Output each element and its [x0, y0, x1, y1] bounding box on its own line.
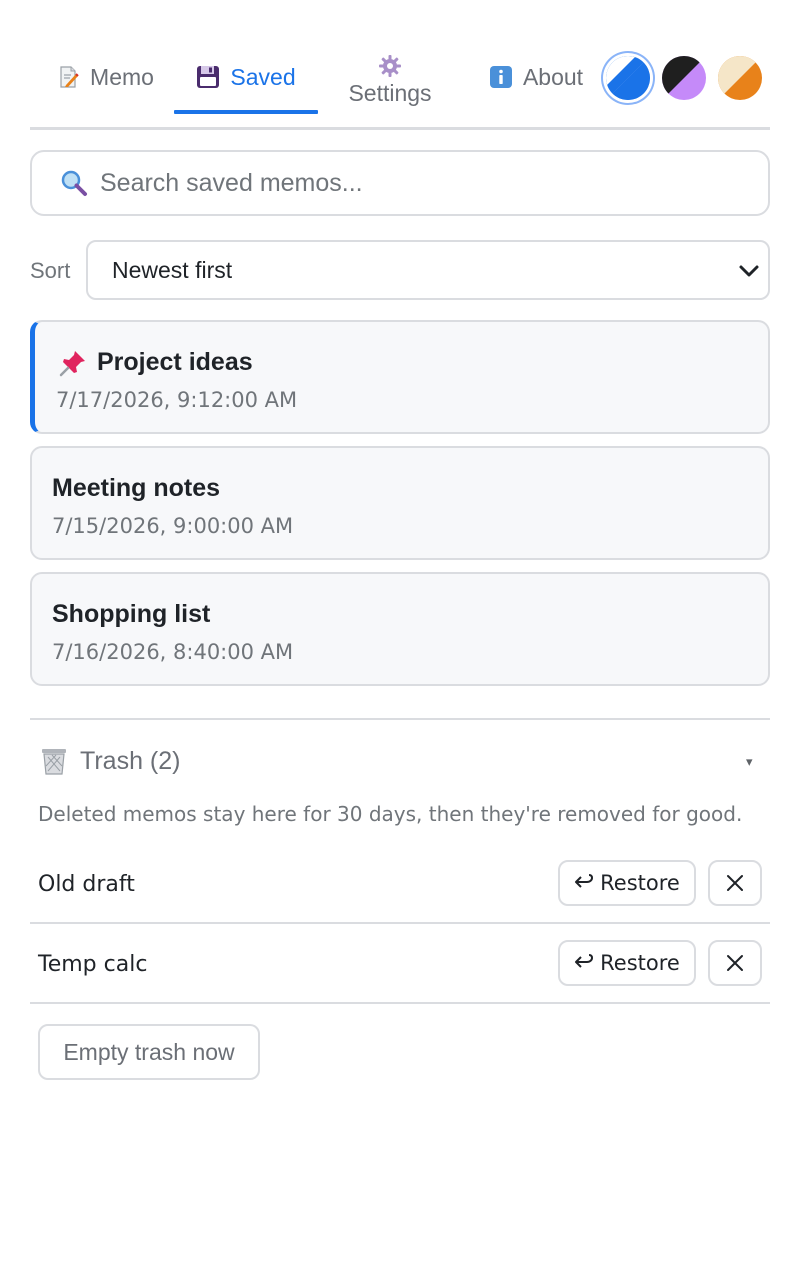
tab-memo-label: Memo	[90, 63, 154, 90]
trash-item: Old draft Restore	[30, 844, 770, 924]
memo-date: 7/17/2026, 9:12:00 AM	[56, 388, 298, 412]
search-icon	[61, 170, 87, 196]
sort-select[interactable]: Newest first	[86, 240, 770, 300]
memo-card[interactable]: Shopping list 7/16/2026, 8:40:00 AM	[30, 572, 770, 686]
trash-item-name: Old draft	[38, 872, 135, 897]
trash-item: Temp calc Restore	[30, 924, 770, 1004]
tab-saved[interactable]: Saved	[174, 40, 318, 114]
memo-date: 7/15/2026, 9:00:00 AM	[52, 514, 294, 538]
theme-swatch-orange[interactable]	[718, 56, 762, 100]
tab-saved-label: Saved	[230, 63, 296, 90]
chevron-down-icon	[739, 265, 759, 277]
search-box[interactable]	[30, 150, 770, 216]
empty-trash-button[interactable]: Empty trash now	[38, 1024, 260, 1080]
undo-arrow-icon	[575, 954, 594, 968]
trash-note: Deleted memos stay here for 30 days, the…	[38, 802, 743, 826]
memo-title: Shopping list	[52, 600, 211, 628]
theme-swatch-purple-dark[interactable]	[662, 56, 706, 100]
restore-button[interactable]: Restore	[558, 860, 696, 906]
memo-title: Meeting notes	[52, 474, 221, 502]
undo-arrow-icon	[575, 874, 594, 888]
memo-icon	[60, 66, 79, 88]
restore-label: Restore	[600, 871, 680, 895]
gear-icon	[379, 54, 401, 77]
memo-card[interactable]: Project ideas 7/17/2026, 9:12:00 AM	[30, 320, 770, 434]
close-icon	[727, 955, 743, 971]
theme-swatch-blue[interactable]	[606, 56, 650, 100]
delete-forever-button[interactable]	[708, 940, 762, 986]
sort-label: Sort	[30, 258, 71, 283]
trash-item-name: Temp calc	[38, 952, 148, 977]
search-input[interactable]	[100, 168, 700, 198]
tab-settings-label: Settings	[348, 79, 432, 106]
tab-about[interactable]: About	[478, 40, 594, 114]
trash-header[interactable]: Trash (2)	[40, 746, 180, 776]
memo-date: 7/16/2026, 8:40:00 AM	[52, 640, 294, 664]
close-icon	[727, 875, 743, 891]
trash-title: Trash (2)	[80, 746, 181, 775]
trash-toggle-icon[interactable]: ▾	[746, 754, 753, 770]
delete-forever-button[interactable]	[708, 860, 762, 906]
memo-title: Project ideas	[97, 348, 253, 376]
pushpin-icon	[59, 350, 85, 376]
sort-selected-value: Newest first	[112, 256, 233, 283]
tab-about-label: About	[522, 63, 584, 90]
tab-settings[interactable]: Settings	[336, 50, 444, 110]
floppy-disk-icon	[197, 66, 220, 88]
tab-memo[interactable]: Memo	[48, 40, 162, 114]
wastebasket-icon	[42, 749, 66, 775]
memo-card[interactable]: Meeting notes 7/15/2026, 9:00:00 AM	[30, 446, 770, 560]
restore-button[interactable]: Restore	[558, 940, 696, 986]
info-icon	[489, 66, 512, 88]
restore-label: Restore	[600, 951, 680, 975]
divider	[30, 718, 770, 720]
tab-bar: Memo Saved Settings About	[30, 40, 770, 130]
